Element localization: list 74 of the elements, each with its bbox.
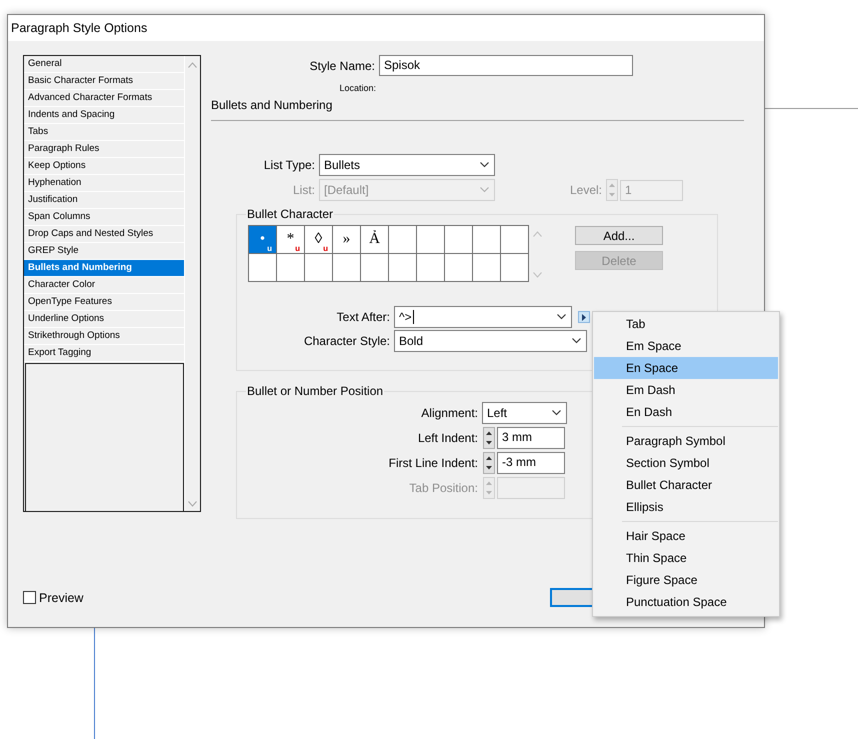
sidebar-item[interactable]: Underline Options <box>24 311 184 328</box>
field-label: First Line Indent: <box>388 456 479 470</box>
measure-field[interactable]: 3 mm <box>497 427 565 449</box>
chevron-down-icon <box>572 338 581 344</box>
sidebar-item[interactable]: Tabs <box>24 124 184 141</box>
field-label: Character Style: <box>302 334 391 348</box>
text-after-combo[interactable]: ^> <box>394 306 572 328</box>
menu-item[interactable]: Punctuation Space <box>594 591 778 613</box>
menu-item[interactable]: Tab <box>594 313 778 335</box>
chevron-down-icon <box>480 187 489 193</box>
sidebar-item[interactable]: Keep Options <box>24 158 184 175</box>
sidebar-item[interactable]: OpenType Features <box>24 294 184 311</box>
sidebar-item[interactable]: Strikethrough Options <box>24 328 184 345</box>
menu-item[interactable]: Section Symbol <box>594 452 778 474</box>
chevron-down-icon <box>480 162 489 168</box>
sidebar-item[interactable]: General <box>24 56 184 73</box>
character-style-select[interactable]: Bold <box>394 330 587 352</box>
window-title: Paragraph Style Options <box>8 15 764 41</box>
sidebar-item[interactable]: Span Columns <box>24 209 184 226</box>
menu-item[interactable]: Paragraph Symbol <box>594 430 778 452</box>
menu-item[interactable]: En Space <box>594 357 778 379</box>
field-label: Level: <box>568 183 603 197</box>
sidebar-item[interactable]: Bullets and Numbering <box>24 260 184 277</box>
scroll-down-icon <box>188 501 197 507</box>
field-label: List: <box>292 183 316 197</box>
glyph-action-button[interactable]: Add... <box>575 226 663 245</box>
sidebar-item[interactable]: Justification <box>24 192 184 209</box>
menu-item[interactable]: En Dash <box>594 401 778 423</box>
checkbox-label[interactable]: Preview <box>39 590 84 604</box>
scroll-up-icon <box>188 62 197 68</box>
location-label: Location: <box>338 83 377 93</box>
measure-field[interactable]: -3 mm <box>497 452 565 474</box>
sidebar-item[interactable]: Basic Character Formats <box>24 73 184 90</box>
stepper-arrows <box>483 427 495 449</box>
list-type-select[interactable]: Bullets <box>319 154 495 176</box>
menu-item[interactable]: Figure Space <box>594 569 778 591</box>
glyph-cell[interactable]: » <box>333 226 360 253</box>
stepper-arrows <box>483 452 495 474</box>
menu-item[interactable]: Hair Space <box>594 525 778 547</box>
field-label: Tab Position: <box>408 481 479 495</box>
menu-item[interactable]: Em Space <box>594 335 778 357</box>
sidebar-item[interactable]: Export Tagging <box>24 345 184 362</box>
menu-item[interactable]: Em Dash <box>594 379 778 401</box>
field-label: Left Indent: <box>416 431 479 445</box>
menu-item[interactable]: Bullet Character <box>594 474 778 496</box>
sidebar-item[interactable]: Paragraph Rules <box>24 141 184 158</box>
text-cursor <box>412 310 414 324</box>
alignment-select[interactable]: Left <box>482 402 567 424</box>
preview-checkbox[interactable] <box>23 591 36 604</box>
scroll-up-icon <box>533 231 542 237</box>
field-label: Text After: <box>336 310 391 324</box>
stepper-arrows <box>606 179 618 201</box>
chevron-down-icon <box>557 314 566 320</box>
field-label: Alignment: <box>420 406 479 420</box>
scroll-down-icon <box>533 272 542 278</box>
default-button[interactable] <box>550 588 592 607</box>
sidebar-item[interactable]: Indents and Spacing <box>24 107 184 124</box>
special-char-menu-button[interactable] <box>578 311 590 323</box>
sidebar-item[interactable]: Drop Caps and Nested Styles <box>24 226 184 243</box>
group-title: Bullet Character <box>246 207 334 221</box>
sidebar-item[interactable]: Character Color <box>24 277 184 294</box>
style-name-field[interactable]: Spisok <box>379 55 633 76</box>
chevron-down-icon <box>552 410 561 416</box>
stepper-arrows <box>483 477 495 499</box>
glyph-cell[interactable]: Ả <box>361 226 388 253</box>
field-label: List Type: <box>262 158 316 172</box>
group-title: Bullet or Number Position <box>246 384 384 398</box>
triangle-right-icon <box>582 314 586 320</box>
menu-item[interactable]: Thin Space <box>594 547 778 569</box>
menu-item[interactable]: Ellipsis <box>594 496 778 518</box>
section-heading: Bullets and Numbering <box>211 98 332 112</box>
sidebar-item[interactable]: Hyphenation <box>24 175 184 192</box>
sidebar-item[interactable]: Advanced Character Formats <box>24 90 184 107</box>
field-label: Style Name: <box>308 58 376 72</box>
